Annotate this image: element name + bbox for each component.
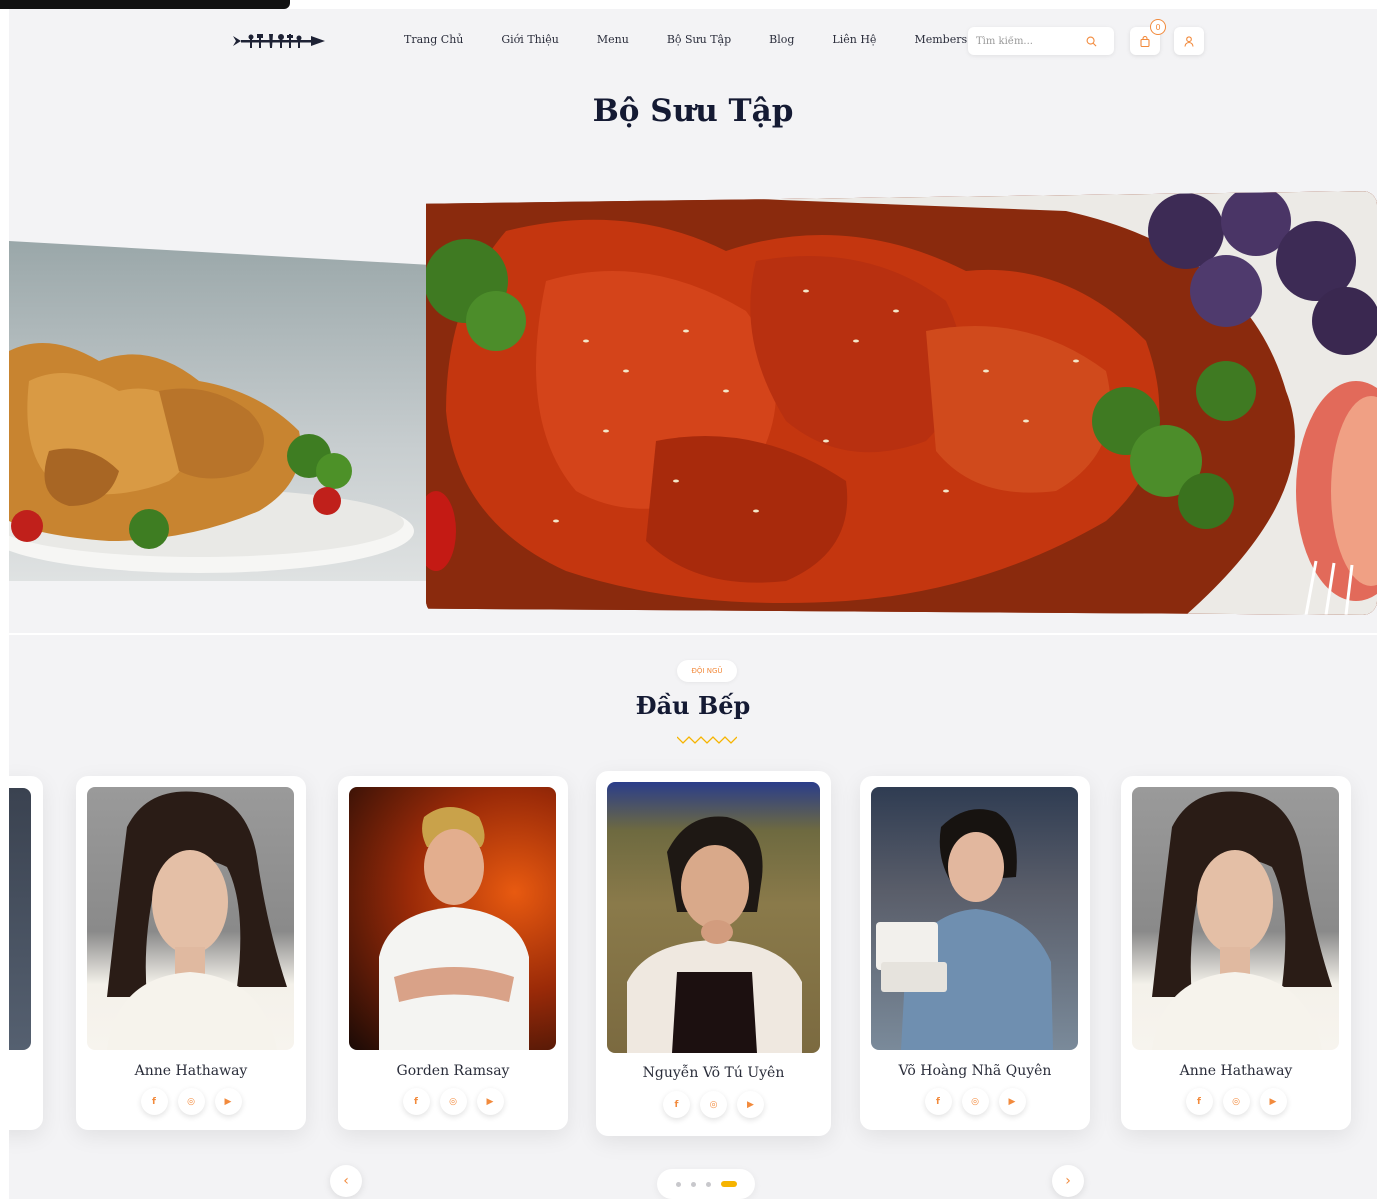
shopping-bag-icon (1140, 35, 1150, 47)
chef-photo (871, 787, 1078, 1050)
search-input[interactable] (976, 35, 1086, 47)
instagram-icon[interactable]: ◎ (1222, 1088, 1250, 1115)
slider-pagination (657, 1169, 755, 1199)
slider-prev-button[interactable]: ‹ (330, 1165, 362, 1197)
chef-card[interactable]: Võ Hoàng Nhã Quyên f ◎ ▶ (860, 776, 1090, 1130)
fried-chicken-image (9, 343, 414, 573)
nav-item-members[interactable]: Members (914, 33, 967, 46)
chef-name: Gorden Ramsay (396, 1063, 510, 1079)
page: Trang Chủ Giới Thiệu Menu Bộ Sưu Tập Blo… (9, 9, 1377, 1199)
facebook-icon[interactable]: f (140, 1088, 168, 1115)
chef-name: Anne Hathaway (134, 1063, 248, 1079)
nav-item-collection[interactable]: Bộ Sưu Tập (667, 33, 731, 46)
search-icon[interactable] (1086, 36, 1097, 47)
chef-socials: f ◎ ▶ (338, 1088, 568, 1115)
chef-name: Võ Hoàng Nhã Quyên (898, 1063, 1052, 1079)
chef-photo (349, 787, 556, 1050)
slider-next-button[interactable]: › (1052, 1165, 1084, 1197)
pagination-dot[interactable] (675, 1181, 681, 1187)
gallery-slide-fried-chicken[interactable] (9, 241, 427, 581)
main-nav: Trang Chủ Giới Thiệu Menu Bộ Sưu Tập Blo… (404, 33, 1005, 46)
instagram-icon[interactable]: ◎ (439, 1088, 467, 1115)
nav-item-menu[interactable]: Menu (597, 33, 629, 46)
nav-item-contact[interactable]: Liên Hệ (832, 33, 876, 46)
top-edge (0, 0, 300, 9)
pagination-dot-active[interactable] (720, 1181, 737, 1187)
chef-photo (607, 782, 820, 1053)
zigzag-divider-icon (677, 736, 737, 744)
spicy-chicken-wings-image (426, 191, 1377, 615)
chef-photo (1132, 787, 1339, 1050)
chef-photo (9, 788, 31, 1050)
chef-card[interactable]: Anne Hathaway f ◎ ▶ (1121, 776, 1351, 1130)
youtube-icon[interactable]: ▶ (214, 1088, 242, 1115)
section-divider (9, 633, 1377, 635)
header: Trang Chủ Giới Thiệu Menu Bộ Sưu Tập Blo… (9, 9, 1377, 73)
chef-socials: f ◎ ▶ (76, 1088, 306, 1115)
chef-card[interactable]: Gorden Ramsay f ◎ ▶ (338, 776, 568, 1130)
chef-card-active[interactable]: Nguyễn Võ Tú Uyên f ◎ ▶ (596, 771, 831, 1136)
youtube-icon[interactable]: ▶ (998, 1088, 1026, 1115)
chef-photo (87, 787, 294, 1050)
facebook-icon[interactable]: f (663, 1091, 690, 1118)
gallery-slide-spicy-wings[interactable] (426, 191, 1377, 615)
youtube-icon[interactable]: ▶ (476, 1088, 504, 1115)
instagram-icon[interactable]: ◎ (177, 1088, 205, 1115)
instagram-icon[interactable]: ◎ (961, 1088, 989, 1115)
cart-button[interactable]: 0 (1130, 19, 1166, 55)
search-box (968, 27, 1114, 55)
section-title: Đầu Bếp (635, 691, 751, 720)
cart-count-badge: 0 (1150, 19, 1166, 35)
chef-name: Anne Hathaway (1179, 1063, 1293, 1079)
page-title: Bộ Sưu Tập (592, 93, 794, 129)
chef-socials: f ◎ ▶ (1121, 1088, 1351, 1115)
chef-card-partial[interactable] (9, 776, 43, 1130)
user-icon (1184, 35, 1194, 47)
chef-socials: f ◎ ▶ (596, 1091, 831, 1118)
pagination-dot[interactable] (690, 1181, 696, 1187)
facebook-icon[interactable]: f (924, 1088, 952, 1115)
pagination-dot[interactable] (705, 1181, 711, 1187)
nav-item-about[interactable]: Giới Thiệu (501, 33, 558, 46)
logo-icon[interactable] (231, 31, 327, 51)
chef-card[interactable]: Anne Hathaway f ◎ ▶ (76, 776, 306, 1130)
section-tag: ĐỘI NGŨ (677, 660, 737, 682)
nav-item-home[interactable]: Trang Chủ (404, 33, 463, 46)
youtube-icon[interactable]: ▶ (1259, 1088, 1287, 1115)
facebook-icon[interactable]: f (1185, 1088, 1213, 1115)
instagram-icon[interactable]: ◎ (700, 1091, 727, 1118)
youtube-icon[interactable]: ▶ (737, 1091, 764, 1118)
facebook-icon[interactable]: f (402, 1088, 430, 1115)
chef-name: Nguyễn Võ Tú Uyên (642, 1065, 785, 1081)
nav-item-blog[interactable]: Blog (769, 33, 794, 46)
chef-socials: f ◎ ▶ (860, 1088, 1090, 1115)
account-button[interactable] (1174, 27, 1204, 55)
